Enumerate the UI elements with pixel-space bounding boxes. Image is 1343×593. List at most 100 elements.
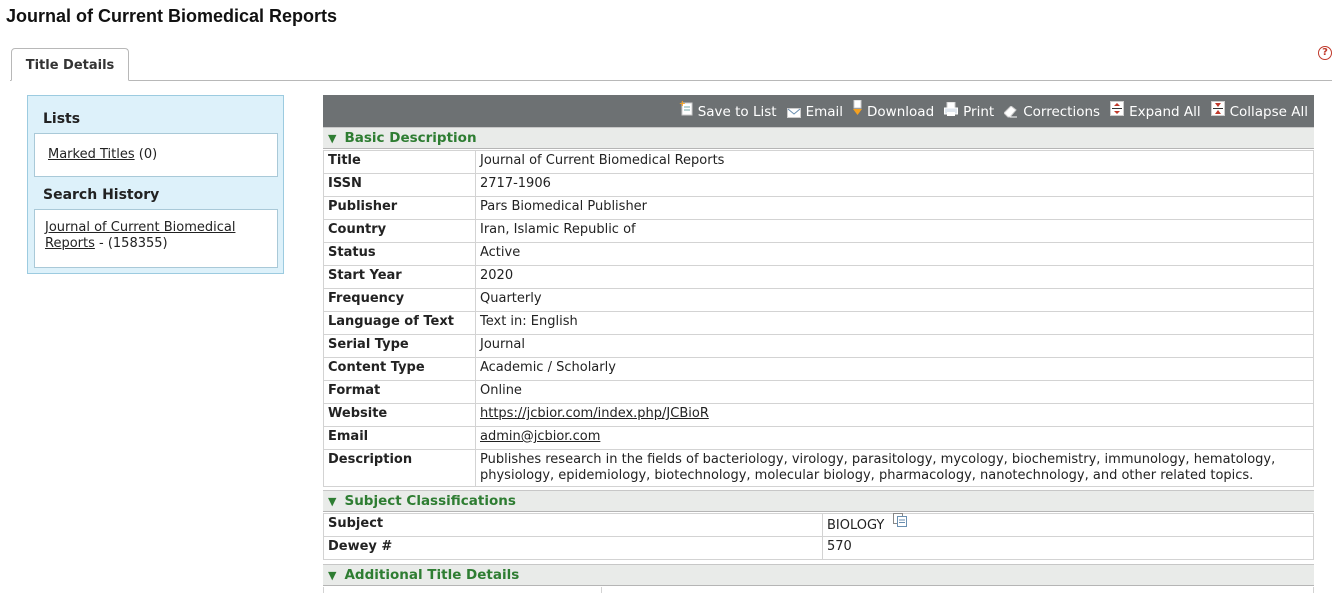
row-label: Frequency [323, 288, 476, 312]
row-label: Start Year [323, 265, 476, 289]
website-link[interactable]: https://jcbior.com/index.php/JCBioR [480, 406, 709, 421]
column-divider [601, 587, 602, 593]
save-to-list-label: Save to List [697, 104, 777, 120]
lists-heading: Lists [43, 111, 81, 127]
table-row: Subject BIOLOGY [323, 513, 1314, 537]
copy-icon[interactable] [892, 513, 907, 530]
table-row: Language of Text Text in: English [323, 311, 1314, 335]
search-history-heading: Search History [43, 187, 160, 203]
print-label: Print [963, 104, 995, 120]
section-subject-classifications[interactable]: ▼ Subject Classifications [323, 490, 1314, 512]
section-additional-title-details[interactable]: ▼ Additional Title Details [323, 564, 1314, 586]
additional-details-table-edge [323, 587, 1314, 593]
marked-titles-link[interactable]: Marked Titles [48, 147, 135, 162]
row-value: 2020 [475, 265, 1314, 289]
row-label: Publisher [323, 196, 476, 220]
help-icon[interactable]: ? [1318, 46, 1332, 60]
email-cell: admin@jcbior.com [475, 426, 1314, 450]
row-label: Content Type [323, 357, 476, 381]
section-additional-label: Additional Title Details [344, 567, 520, 583]
table-row: Content Type Academic / Scholarly [323, 357, 1314, 381]
tab-title-details[interactable]: Title Details [11, 48, 129, 81]
svg-text:+: + [679, 100, 686, 108]
printer-icon [944, 102, 959, 119]
collapse-arrow-icon: ▼ [328, 132, 337, 145]
eraser-icon [1004, 105, 1018, 119]
download-label: Download [867, 104, 935, 120]
collapse-all-label: Collapse All [1229, 104, 1308, 120]
row-value: Journal [475, 334, 1314, 358]
row-label: Email [323, 426, 476, 450]
corrections-button[interactable]: Corrections [1004, 104, 1100, 120]
expand-all-label: Expand All [1129, 104, 1201, 120]
email-button[interactable]: Email [786, 104, 844, 120]
basic-description-table: Title Journal of Current Biomedical Repo… [323, 150, 1314, 487]
table-row: Email admin@jcbior.com [323, 426, 1314, 450]
collapse-icon [1210, 101, 1225, 119]
table-row: Frequency Quarterly [323, 288, 1314, 312]
print-button[interactable]: Print [944, 102, 995, 120]
row-label: Format [323, 380, 476, 404]
row-label: Status [323, 242, 476, 266]
expand-all-button[interactable]: Expand All [1110, 101, 1201, 120]
collapse-all-button[interactable]: Collapse All [1210, 101, 1308, 120]
row-value: Publishes research in the fields of bact… [475, 449, 1314, 487]
row-value: Online [475, 380, 1314, 404]
row-value: Academic / Scholarly [475, 357, 1314, 381]
row-label: Country [323, 219, 476, 243]
website-cell: https://jcbior.com/index.php/JCBioR [475, 403, 1314, 427]
section-subject-label: Subject Classifications [344, 493, 516, 509]
download-icon [853, 100, 863, 119]
table-row: Website https://jcbior.com/index.php/JCB… [323, 403, 1314, 427]
table-row: Start Year 2020 [323, 265, 1314, 289]
table-row: Country Iran, Islamic Republic of [323, 219, 1314, 243]
table-row: Dewey # 570 [323, 536, 1314, 560]
row-label: Website [323, 403, 476, 427]
corrections-label: Corrections [1023, 104, 1101, 120]
subject-value: BIOLOGY [827, 518, 885, 533]
section-basic-description[interactable]: ▼ Basic Description [323, 127, 1314, 149]
table-row: Publisher Pars Biomedical Publisher [323, 196, 1314, 220]
lists-box: Marked Titles (0) [34, 133, 278, 177]
expand-icon [1110, 101, 1125, 119]
row-label: Subject [323, 513, 823, 537]
row-label: Dewey # [323, 536, 823, 560]
table-row: ISSN 2717-1906 [323, 173, 1314, 197]
email-label: Email [805, 104, 844, 120]
row-label: ISSN [323, 173, 476, 197]
table-row: Format Online [323, 380, 1314, 404]
table-row: Serial Type Journal [323, 334, 1314, 358]
row-label: Title [323, 150, 476, 174]
envelope-icon [786, 105, 801, 119]
row-value: Pars Biomedical Publisher [475, 196, 1314, 220]
collapse-arrow-icon: ▼ [328, 569, 337, 582]
toolbar: + Save to List Email Download Print Corr… [323, 95, 1314, 127]
collapse-arrow-icon: ▼ [328, 495, 337, 508]
table-row: Description Publishes research in the fi… [323, 449, 1314, 487]
row-value: Journal of Current Biomedical Reports [475, 150, 1314, 174]
row-label: Language of Text [323, 311, 476, 335]
table-row: Status Active [323, 242, 1314, 266]
row-value: Text in: English [475, 311, 1314, 335]
page-title: Journal of Current Biomedical Reports [6, 6, 338, 26]
marked-titles-count: (0) [138, 147, 158, 162]
search-history-box: Journal of Current Biomedical Reports - … [34, 209, 278, 268]
row-value: 570 [822, 536, 1314, 560]
row-value: Active [475, 242, 1314, 266]
row-value: 2717-1906 [475, 173, 1314, 197]
tabs-divider [10, 80, 1332, 81]
sidebar: Lists Marked Titles (0) Search History J… [27, 95, 284, 274]
row-label: Serial Type [323, 334, 476, 358]
email-link[interactable]: admin@jcbior.com [480, 429, 600, 444]
save-to-list-button[interactable]: + Save to List [679, 100, 777, 120]
row-value: Iran, Islamic Republic of [475, 219, 1314, 243]
row-value: Quarterly [475, 288, 1314, 312]
save-list-icon: + [679, 100, 693, 119]
row-label: Description [323, 449, 476, 487]
section-basic-label: Basic Description [344, 130, 477, 146]
subject-classifications-table: Subject BIOLOGY Dewey # 570 [323, 513, 1314, 560]
download-button[interactable]: Download [853, 100, 935, 120]
subject-cell: BIOLOGY [822, 513, 1314, 537]
table-row: Title Journal of Current Biomedical Repo… [323, 150, 1314, 174]
search-history-count: - (158355) [99, 236, 168, 251]
